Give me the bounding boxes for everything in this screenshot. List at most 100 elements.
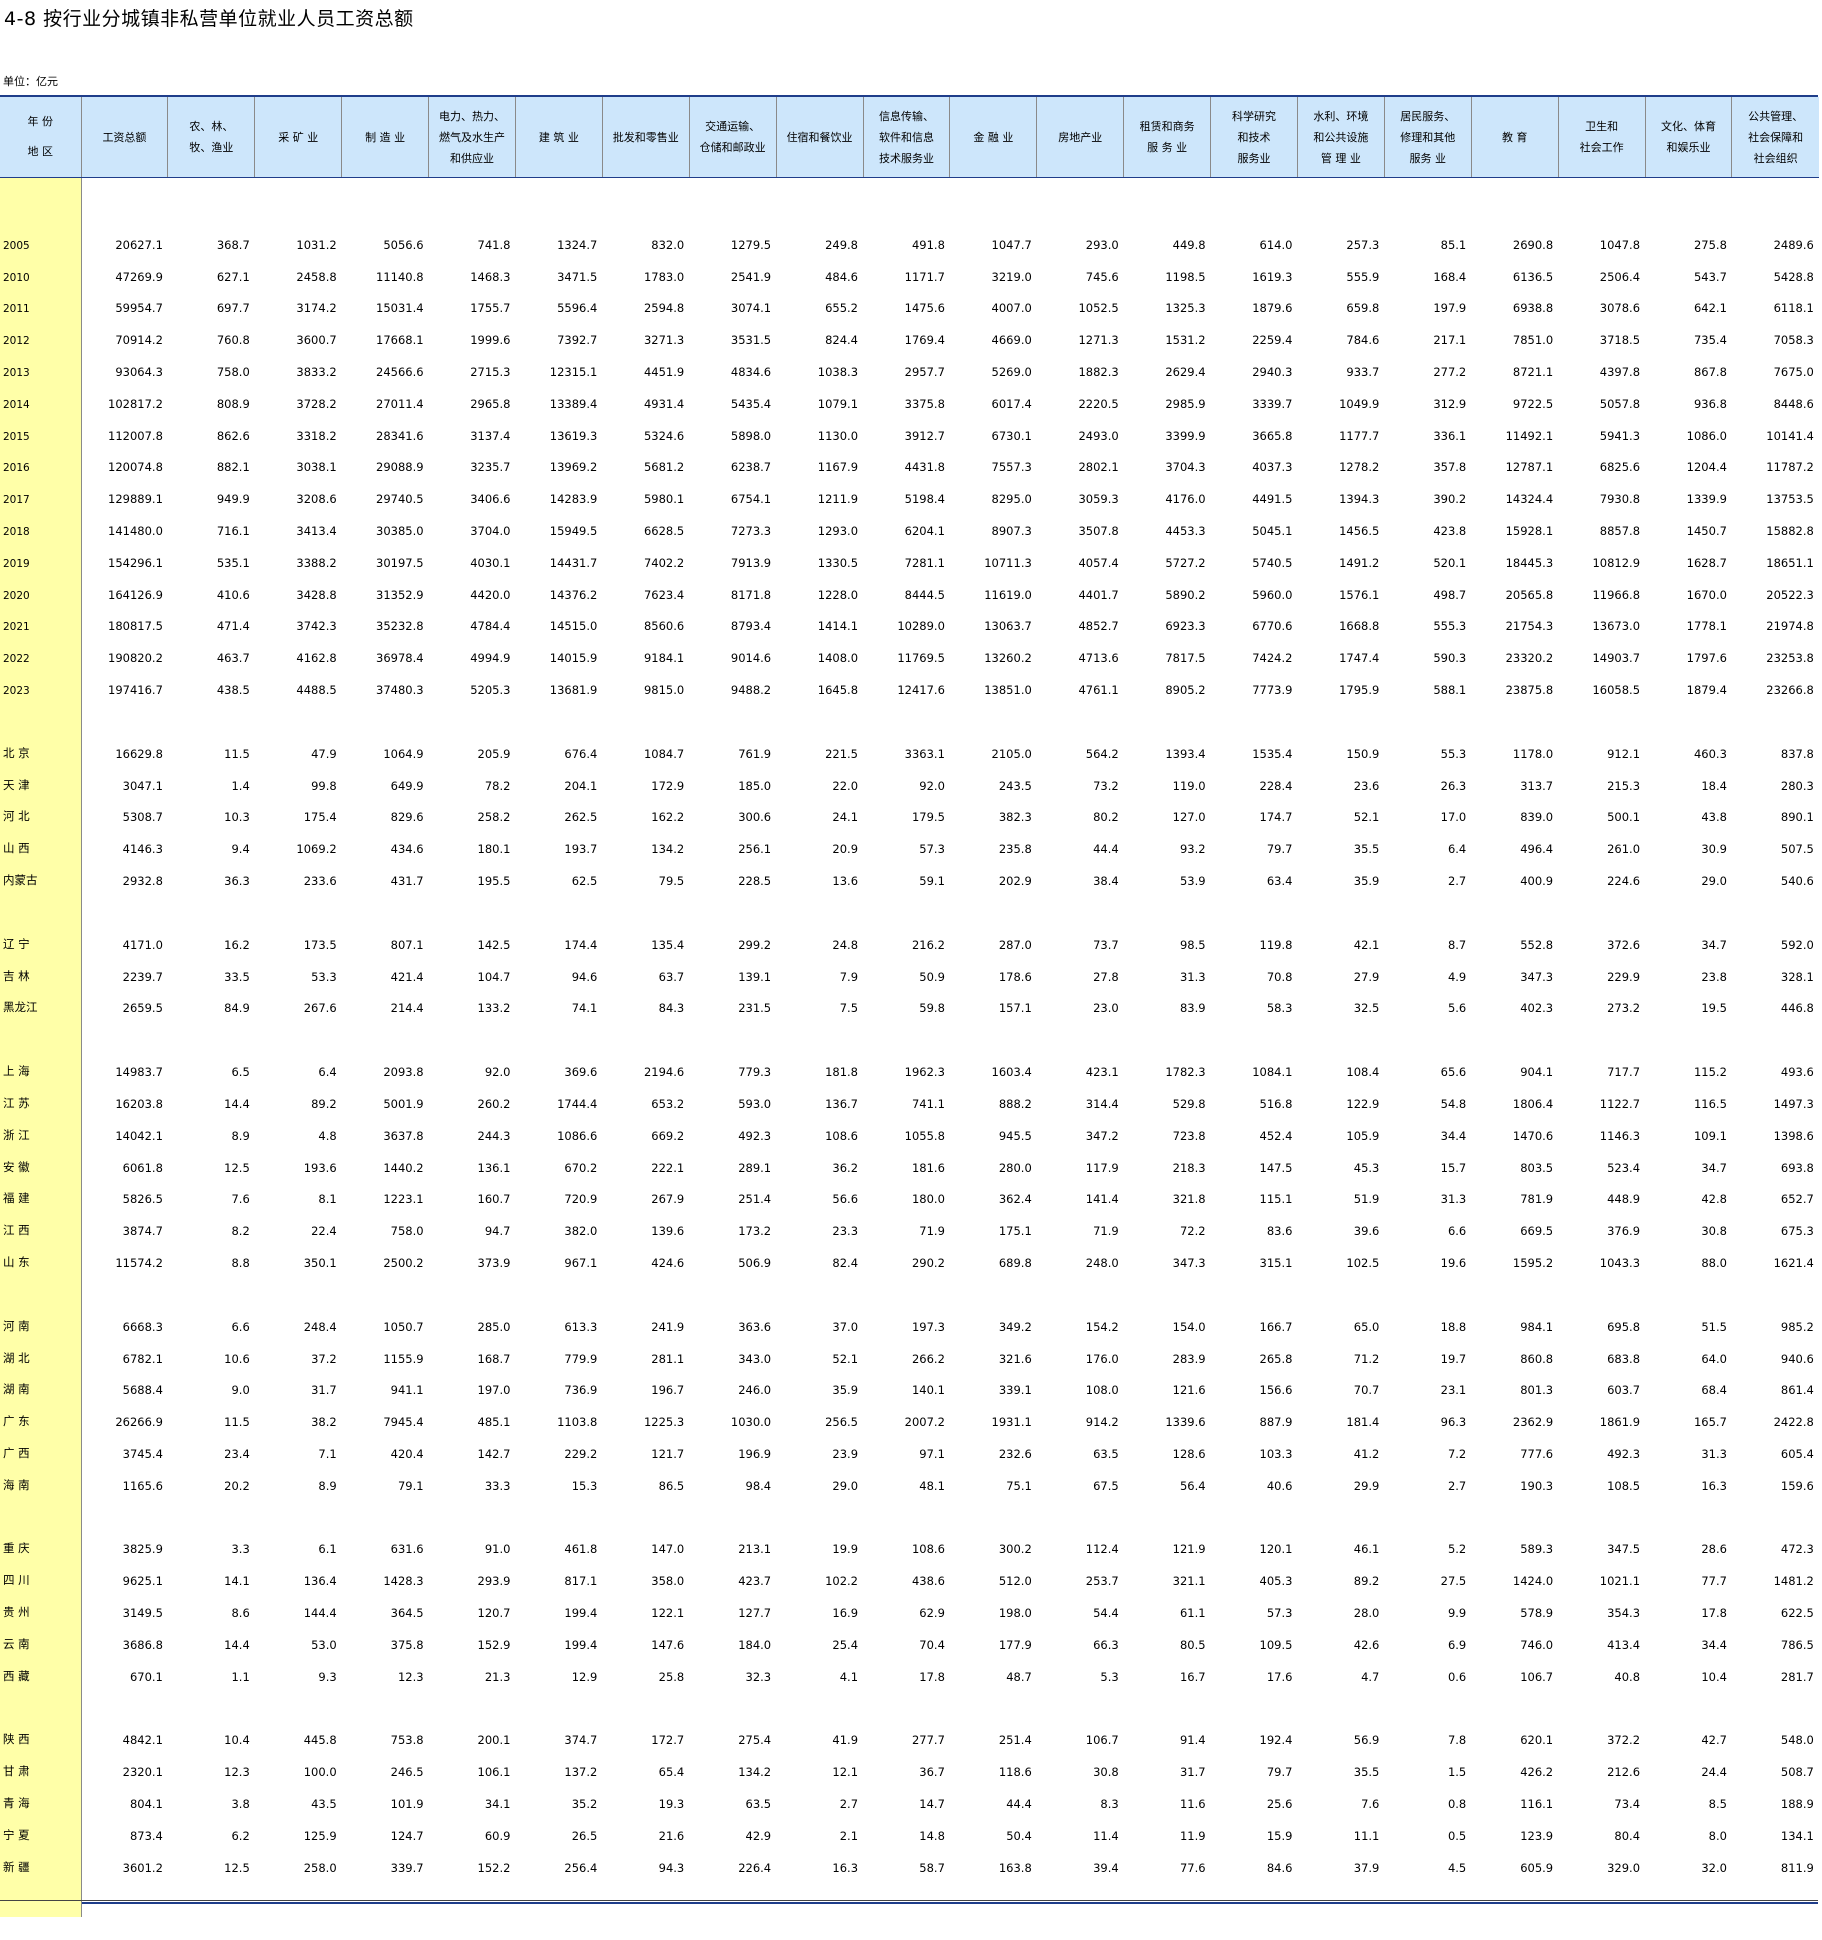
value-cell: 3704.0 (470, 523, 511, 538)
value-cell: 4171.0 (122, 937, 163, 952)
value-cell: 1293.0 (817, 523, 859, 538)
value-cell: 168.4 (1433, 269, 1467, 284)
value-cell: 8.0 (1708, 1828, 1727, 1843)
value-cell: 108.6 (911, 1542, 945, 1557)
value-cell: 116.1 (1520, 1797, 1554, 1812)
value-cell: 63.5 (745, 1797, 772, 1812)
value-cell: 1535.4 (1252, 746, 1293, 761)
value-cell: 2093.8 (383, 1065, 424, 1080)
value-cell: 446.8 (1780, 1001, 1814, 1016)
value-cell: 3271.3 (643, 333, 685, 348)
value-cell: 605.4 (1780, 1446, 1814, 1461)
value-cell: 669.5 (1520, 1224, 1554, 1239)
column-header: 金 融 业 (949, 97, 1038, 178)
year-row: 2014 102817.2 808.9 3728.2 27011.4 2965.8 1338… (0, 378, 1819, 411)
value-cell: 2.7 (839, 1797, 859, 1812)
value-cell: 745.6 (1085, 269, 1119, 284)
value-cell: 516.8 (1259, 1096, 1293, 1111)
value-cell: 19.6 (1440, 1255, 1467, 1270)
value-cell: 3428.8 (296, 587, 337, 602)
value-cell: 178.6 (998, 969, 1032, 984)
value-cell: 3388.2 (296, 555, 337, 570)
region-label: 福 建 (0, 1174, 82, 1207)
value-cell: 13063.7 (984, 619, 1032, 634)
value-cell: 7851.0 (1512, 333, 1554, 348)
value-cell: 364.5 (390, 1606, 424, 1621)
value-cell: 16.9 (832, 1606, 859, 1621)
value-cell: 74.1 (571, 1001, 598, 1016)
value-cell: 3.3 (231, 1542, 250, 1557)
value-cell: 1086.0 (1686, 428, 1727, 443)
value-cell: 7.1 (318, 1446, 337, 1461)
region-label: 广 西 (0, 1429, 82, 1461)
value-cell: 267.9 (651, 1192, 685, 1207)
value-cell: 94.6 (571, 969, 598, 984)
value-cell: 48.1 (919, 1478, 945, 1493)
value-cell: 4.5 (1447, 1860, 1467, 1875)
value-cell: 228.4 (1259, 778, 1293, 793)
value-cell: 363.6 (738, 1319, 772, 1334)
value-cell: 472.3 (1780, 1542, 1814, 1557)
value-cell: 162.2 (651, 810, 685, 825)
value-cell: 912.1 (1607, 746, 1641, 761)
value-cell: 102.2 (825, 1574, 859, 1589)
value-cell: 548.0 (1780, 1733, 1814, 1748)
value-cell: 6628.5 (643, 523, 685, 538)
value-cell: 35.5 (1353, 1765, 1380, 1780)
value-cell: 2493.0 (1078, 428, 1119, 443)
value-cell: 1778.1 (1686, 619, 1727, 634)
value-cell: 18.4 (1701, 778, 1727, 793)
value-cell: 350.1 (303, 1255, 337, 1270)
value-cell: 15.3 (571, 1478, 598, 1493)
value-cell: 85.1 (1440, 237, 1467, 252)
value-cell: 78.2 (484, 778, 511, 793)
value-cell: 77.7 (1701, 1574, 1727, 1589)
value-cell: 228.5 (738, 873, 772, 888)
region-label: 新 疆 (0, 1842, 82, 1875)
value-cell: 60.9 (484, 1828, 511, 1843)
year-row: 2005 20627.1 368.7 1031.2 5056.6 741.8 1324.7 8… (0, 220, 1819, 252)
value-cell: 1576.1 (1339, 587, 1380, 602)
value-cell: 8.7 (1447, 937, 1467, 952)
value-cell: 8.5 (1708, 1797, 1727, 1812)
value-cell: 2105.0 (991, 746, 1032, 761)
column-header: 住宿和餐饮业 (776, 97, 864, 178)
value-cell: 104.7 (477, 969, 511, 984)
value-cell: 3174.2 (296, 301, 337, 316)
value-cell: 168.7 (477, 1351, 511, 1366)
value-cell: 5740.5 (1252, 555, 1293, 570)
value-cell: 124.7 (390, 1828, 424, 1843)
value-cell: 5727.2 (1165, 555, 1206, 570)
value-cell: 8857.8 (1599, 523, 1641, 538)
value-cell: 58.3 (1266, 1001, 1293, 1016)
value-cell: 128.6 (1172, 1446, 1206, 1461)
year-row: 2013 93064.3 758.0 3833.2 24566.6 2715.3 12315… (0, 347, 1819, 379)
value-cell: 108.6 (825, 1128, 859, 1143)
value-cell: 73.7 (1093, 937, 1119, 952)
value-cell: 8295.0 (991, 492, 1032, 507)
value-cell: 260.2 (477, 1096, 511, 1111)
value-cell: 1470.6 (1512, 1128, 1554, 1143)
value-cell: 7913.9 (730, 555, 772, 570)
value-cell: 9.0 (231, 1383, 250, 1398)
value-cell: 2594.8 (643, 301, 685, 316)
value-cell: 492.3 (1607, 1446, 1641, 1461)
column-header: 租赁和商务 服 务 业 (1123, 97, 1212, 178)
value-cell: 1595.2 (1512, 1255, 1554, 1270)
region-row: 辽 宁 4171.0 16.2 173.5 807.1 142.5 174.4 135.4 29… (0, 919, 1819, 952)
region-label: 宁 夏 (0, 1811, 82, 1843)
value-cell: 14.4 (224, 1637, 250, 1652)
value-cell: 17.8 (919, 1669, 945, 1684)
value-cell: 63.5 (1093, 1446, 1119, 1461)
header-row: 年 份 地 区工资总额 农、林、 牧、渔业采 矿 业制 造 业电力、热力、 燃气及… (0, 97, 1819, 178)
value-cell: 256.4 (564, 1860, 598, 1875)
column-header: 房地产业 (1036, 97, 1125, 178)
value-cell: 36.2 (832, 1160, 859, 1175)
value-cell: 11140.8 (376, 269, 424, 284)
value-cell: 38.2 (311, 1415, 337, 1430)
value-cell: 266.2 (911, 1351, 945, 1366)
value-cell: 150.9 (1346, 746, 1380, 761)
value-cell: 17.0 (1440, 810, 1467, 825)
value-cell: 5045.1 (1252, 523, 1293, 538)
value-cell: 29.0 (1701, 873, 1727, 888)
